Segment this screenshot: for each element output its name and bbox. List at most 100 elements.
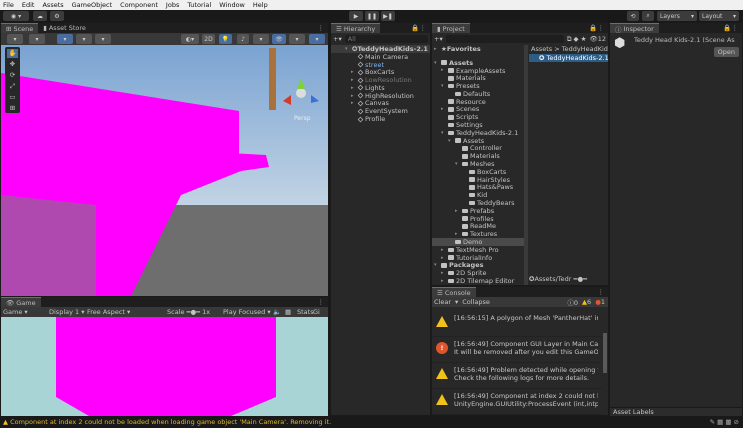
status-bar[interactable]: ▲ Component at index 2 could not be load… (0, 416, 743, 428)
hand-tool[interactable]: ✋ (7, 49, 18, 58)
expand-arrow-icon[interactable]: ▸ (434, 46, 441, 52)
clear-options-dropdown[interactable]: ▾ (455, 298, 458, 306)
expand-arrow-icon[interactable]: ▾ (434, 60, 441, 66)
project-folder[interactable]: ▸ ★ Favorites (432, 45, 524, 53)
project-folder[interactable]: ▾ TeddyHeadKids-2.1 (432, 129, 524, 137)
project-folder[interactable]: ▾ Packages (432, 261, 524, 269)
expand-arrow-icon[interactable]: ▸ (441, 67, 448, 73)
hierarchy-item[interactable]: ▸ LowResolution (331, 76, 430, 84)
breadcrumb[interactable]: Assets > TeddyHeadKids- (529, 45, 608, 54)
mute-icon[interactable]: 🔈 (273, 308, 285, 316)
menu-tutorial[interactable]: Tutorial (187, 1, 211, 9)
audio-toggle[interactable]: ♪ (237, 34, 249, 44)
project-folder[interactable]: ▸ TextMesh Pro (432, 246, 524, 254)
gizmos-button[interactable]: ▾ (309, 34, 325, 44)
hidden-packages-count[interactable]: 👁12 (589, 35, 606, 43)
project-folder[interactable]: Hats&Paws (432, 183, 524, 191)
warning-count-toggle[interactable]: ▲6 (582, 298, 591, 306)
console-log-entry[interactable]: ! [16:56:49] Component GUI Layer in Main … (432, 337, 602, 363)
filter-icon[interactable]: ⧉ ◆ ★ (567, 35, 587, 44)
project-folder[interactable]: ▸ 2D Tilemap Editor (432, 277, 524, 285)
menu-help[interactable]: Help (253, 1, 268, 9)
console-scrollbar[interactable] (603, 333, 607, 373)
cloud-icon[interactable]: ☁ (33, 11, 47, 21)
lock-icon[interactable]: 🔒⋮ (589, 24, 604, 32)
layers-dropdown[interactable]: Layers ▾ (657, 11, 697, 21)
shortcuts-icon[interactable]: ▦ (285, 308, 297, 316)
tab-console[interactable]: ☰ Console (432, 287, 476, 297)
expand-arrow-icon[interactable]: ▾ (455, 161, 462, 167)
move-tool[interactable]: ✥ (7, 60, 18, 69)
transform-tool[interactable]: ⊞ (7, 104, 18, 113)
view-dropdown[interactable]: Game ▾ (1, 308, 47, 316)
lighting-toggle[interactable]: 💡 (219, 34, 232, 44)
play-button[interactable]: ▶ (349, 11, 363, 21)
scale-slider[interactable]: Scale ━●━ 1x (163, 308, 221, 316)
console-log-entry[interactable]: [16:56:15] A polygon of Mesh 'PantherHat… (432, 311, 602, 337)
hierarchy-item[interactable]: street (331, 61, 430, 69)
tab-scene[interactable]: ⊞ Scene (1, 23, 39, 33)
menu-gameobject[interactable]: GameObject (72, 1, 113, 9)
effects-button[interactable]: ▾ (253, 34, 269, 44)
menu-edit[interactable]: Edit (22, 1, 35, 9)
play-mode-dropdown[interactable]: Play Focused ▾ (221, 308, 273, 316)
console-log-entry[interactable]: [16:56:49] Component at index 2 could no… (432, 389, 602, 415)
expand-arrow-icon[interactable]: ▾ (441, 83, 448, 89)
tab-hierarchy[interactable]: ☰ Hierarchy (331, 23, 381, 33)
increment-snap-button[interactable]: ▾ (76, 34, 92, 44)
aspect-dropdown[interactable]: Free Aspect ▾ (85, 308, 163, 316)
expand-arrow-icon[interactable]: ▾ (434, 262, 441, 268)
project-folder[interactable]: Scripts (432, 113, 524, 121)
status-icons[interactable]: ✎ ▦ ▦ ⊘ (710, 418, 743, 426)
scene-root[interactable]: ▾ ✪ TeddyHeadKids-2.1 (331, 45, 430, 53)
menu-jobs[interactable]: Jobs (166, 1, 179, 9)
menu-assets[interactable]: Assets (42, 1, 63, 9)
account-button[interactable]: ◉ ▾ (3, 11, 29, 21)
project-folder[interactable]: ▾ Assets (432, 137, 524, 145)
grid-snap-button[interactable]: ▾ (57, 34, 73, 44)
expand-arrow-icon[interactable]: ▸ (441, 255, 448, 261)
expand-arrow-icon[interactable]: ▸ (351, 85, 358, 91)
project-folder[interactable]: ▸ TutorialInfo (432, 254, 524, 262)
expand-arrow-icon[interactable]: ▸ (455, 231, 462, 237)
project-folder[interactable]: TeddyBears (432, 199, 524, 207)
project-folder[interactable]: ▾ Meshes (432, 160, 524, 168)
project-folder[interactable]: Defaults (432, 90, 524, 98)
gizmo-handle-button[interactable]: ▾ (29, 34, 45, 44)
project-folder[interactable]: Materials (432, 74, 524, 82)
project-folder[interactable]: HairStyles (432, 176, 524, 184)
search-icon[interactable]: ⌕ (642, 11, 654, 21)
expand-arrow-icon[interactable]: ▸ (441, 278, 448, 284)
tab-inspector[interactable]: ⓘ Inspector (610, 23, 659, 34)
project-folder[interactable]: ReadMe (432, 222, 524, 230)
expand-arrow-icon[interactable]: ▸ (441, 270, 448, 276)
history-icon[interactable]: ⟲ (627, 11, 639, 21)
project-folder[interactable]: Materials (432, 152, 524, 160)
expand-arrow-icon[interactable]: ▾ (441, 130, 448, 136)
camera-button[interactable]: ▾ (289, 34, 305, 44)
expand-arrow-icon[interactable]: ▸ (455, 208, 462, 214)
scene-viewport[interactable]: Persp (1, 45, 328, 296)
project-folder[interactable]: ▾ Presets (432, 82, 524, 90)
lock-icon[interactable]: 🔒⋮ (723, 24, 738, 32)
more-icon[interactable]: ⋮ (598, 288, 605, 296)
clear-button[interactable]: Clear (434, 298, 451, 306)
hierarchy-item[interactable]: ▸ BoxCarts (331, 68, 430, 76)
rotate-tool[interactable]: ⟳ (7, 71, 18, 80)
hierarchy-item[interactable]: ▸ Canvas (331, 99, 430, 107)
tree-scrollbar[interactable] (524, 45, 528, 285)
project-folder[interactable]: Resource (432, 98, 524, 106)
shading-button[interactable]: ◐▾ (181, 34, 199, 44)
add-button[interactable]: +▾ (333, 35, 342, 43)
scale-tool[interactable]: ⤢ (7, 82, 18, 91)
gizmos-button[interactable]: Gi (313, 308, 320, 316)
hidden-objects-toggle[interactable]: 👁 (272, 34, 286, 44)
menu-component[interactable]: Component (120, 1, 158, 9)
menu-window[interactable]: Window (219, 1, 245, 9)
step-button[interactable]: ▶❚ (381, 11, 395, 21)
layout-dropdown[interactable]: Layout ▾ (699, 11, 739, 21)
tab-project[interactable]: ▮ Project (432, 23, 470, 33)
project-folder[interactable]: Demo (432, 238, 524, 246)
draw-mode-button[interactable]: ▾ (7, 34, 23, 44)
display-dropdown[interactable]: Display 1 ▾ (47, 308, 85, 316)
